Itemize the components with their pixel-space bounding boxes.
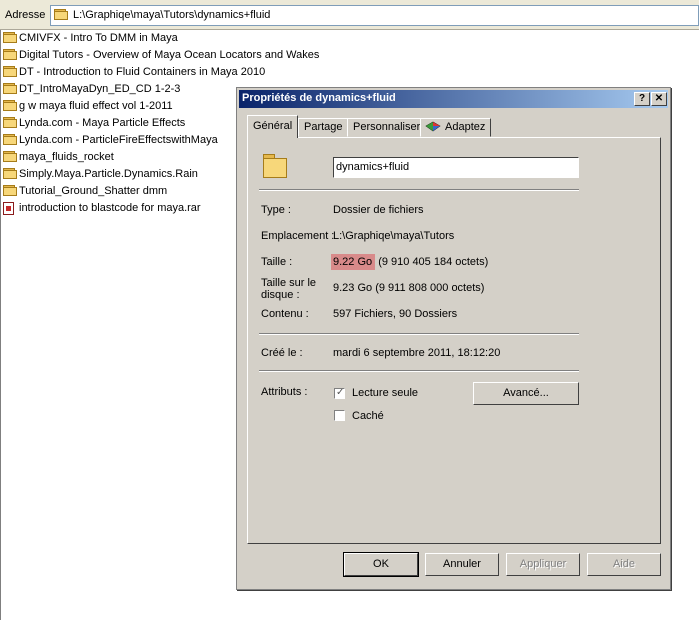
folder-icon	[3, 168, 17, 179]
file-name: Simply.Maya.Particle.Dynamics.Rain	[19, 168, 198, 180]
type-label: Type :	[261, 204, 291, 216]
created-value: mardi 6 septembre 2011, 18:12:20	[333, 347, 501, 359]
type-value: Dossier de fichiers	[333, 204, 424, 216]
file-name: g w maya fluid effect vol 1-2011	[19, 100, 173, 112]
hidden-label: Caché	[352, 410, 384, 422]
address-bar: Adresse L:\Graphiqe\maya\Tutors\dynamics…	[0, 0, 699, 30]
tab-label: Général	[253, 120, 293, 132]
help-button[interactable]: ?	[634, 92, 650, 106]
readonly-label: Lecture seule	[352, 387, 419, 399]
list-item[interactable]: DT - Introduction to Fluid Containers in…	[0, 64, 265, 81]
attributes-label: Attributs :	[261, 386, 308, 398]
folder-icon	[3, 32, 17, 43]
size-value: 9.22 Go (9 910 405 184 octets)	[331, 254, 489, 270]
folder-name-input[interactable]: dynamics+fluid	[333, 157, 579, 178]
list-item[interactable]: introduction to blastcode for maya.rar	[0, 200, 240, 217]
divider	[259, 333, 579, 335]
checkmark-icon: ✓	[336, 387, 345, 398]
hidden-checkbox[interactable]	[334, 410, 345, 421]
list-item[interactable]: Digital Tutors - Overview of Maya Ocean …	[0, 47, 319, 64]
dialog-titlebar[interactable]: Propriétés de dynamics+fluid ? ✕	[239, 90, 668, 108]
list-item[interactable]: Simply.Maya.Particle.Dynamics.Rain	[0, 166, 240, 183]
location-value: L:\Graphiqe\maya\Tutors	[333, 230, 455, 242]
folder-icon	[3, 185, 17, 196]
file-name: DT_IntroMayaDyn_ED_CD 1-2-3	[19, 83, 181, 95]
size-highlight: 9.22 Go	[331, 254, 376, 270]
created-label: Créé le :	[261, 347, 303, 359]
apply-button[interactable]: Appliquer	[506, 553, 580, 576]
adapt-icon	[425, 121, 441, 132]
tab-label: Partage	[304, 121, 343, 133]
location-label: Emplacement :	[261, 230, 335, 242]
general-tab-panel	[247, 137, 661, 544]
divider	[259, 189, 579, 191]
advanced-button[interactable]: Avancé...	[473, 382, 579, 405]
dialog-title: Propriétés de dynamics+fluid	[242, 92, 396, 104]
folder-icon	[3, 49, 17, 60]
contents-label: Contenu :	[261, 308, 309, 320]
file-name: DT - Introduction to Fluid Containers in…	[19, 66, 266, 78]
list-item[interactable]: maya_fluids_rocket	[0, 149, 240, 166]
tab-adapt[interactable]: Adaptez	[420, 118, 492, 137]
file-name: Tutorial_Ground_Shatter dmm	[19, 185, 168, 197]
close-icon: ✕	[654, 93, 664, 104]
file-name: introduction to blastcode for maya.rar	[19, 202, 201, 214]
folder-icon	[3, 117, 17, 128]
folder-icon	[263, 154, 287, 178]
size-bytes: (9 910 405 184 octets)	[375, 256, 489, 268]
folder-icon	[3, 83, 17, 94]
list-item[interactable]: DT_IntroMayaDyn_ED_CD 1-2-3	[0, 81, 240, 98]
list-item[interactable]: g w maya fluid effect vol 1-2011	[0, 98, 240, 115]
list-item[interactable]: Tutorial_Ground_Shatter dmm	[0, 183, 240, 200]
file-name: Digital Tutors - Overview of Maya Ocean …	[19, 49, 320, 61]
address-input[interactable]: L:\Graphiqe\maya\Tutors\dynamics+fluid	[50, 5, 699, 26]
disk-size-value: 9.23 Go (9 911 808 000 octets)	[333, 282, 485, 294]
disk-size-label-line1: Taille sur le	[261, 277, 317, 289]
list-item[interactable]: Lynda.com - Maya Particle Effects	[0, 115, 240, 132]
list-item[interactable]: Lynda.com - ParticleFireEffectswithMaya	[0, 132, 240, 149]
tab-label: Adaptez	[445, 121, 486, 133]
tab-customize[interactable]: Personnaliser	[347, 118, 427, 137]
tab-sharing[interactable]: Partage	[298, 118, 349, 137]
help-text-button[interactable]: Aide	[587, 553, 661, 576]
tab-label: Personnaliser	[353, 121, 421, 133]
file-list: CMIVFX - Intro To DMM in Maya Digital Tu…	[0, 30, 319, 217]
rar-archive-icon	[3, 202, 14, 215]
readonly-checkbox[interactable]: ✓	[334, 387, 345, 399]
address-label: Adresse	[5, 9, 46, 21]
size-label: Taille :	[261, 256, 293, 268]
ok-button[interactable]: OK	[343, 552, 419, 577]
tab-general[interactable]: Général	[247, 115, 299, 138]
cancel-button[interactable]: Annuler	[425, 553, 499, 576]
file-name: Lynda.com - ParticleFireEffectswithMaya	[19, 134, 218, 146]
folder-icon	[3, 151, 17, 162]
folder-icon	[54, 9, 68, 20]
file-name: CMIVFX - Intro To DMM in Maya	[19, 32, 178, 44]
help-icon: ?	[638, 93, 646, 104]
close-button[interactable]: ✕	[651, 92, 667, 106]
properties-dialog: Propriétés de dynamics+fluid ? ✕ Général…	[236, 87, 671, 590]
list-item[interactable]: CMIVFX - Intro To DMM in Maya	[0, 30, 240, 47]
contents-value: 597 Fichiers, 90 Dossiers	[333, 308, 458, 320]
address-path: L:\Graphiqe\maya\Tutors\dynamics+fluid	[73, 9, 271, 21]
disk-size-label-line2: disque :	[261, 289, 300, 301]
file-name: maya_fluids_rocket	[19, 151, 114, 163]
folder-icon	[3, 134, 17, 145]
folder-icon	[3, 66, 17, 77]
file-name: Lynda.com - Maya Particle Effects	[19, 117, 186, 129]
folder-icon	[3, 100, 17, 111]
divider	[259, 370, 579, 372]
